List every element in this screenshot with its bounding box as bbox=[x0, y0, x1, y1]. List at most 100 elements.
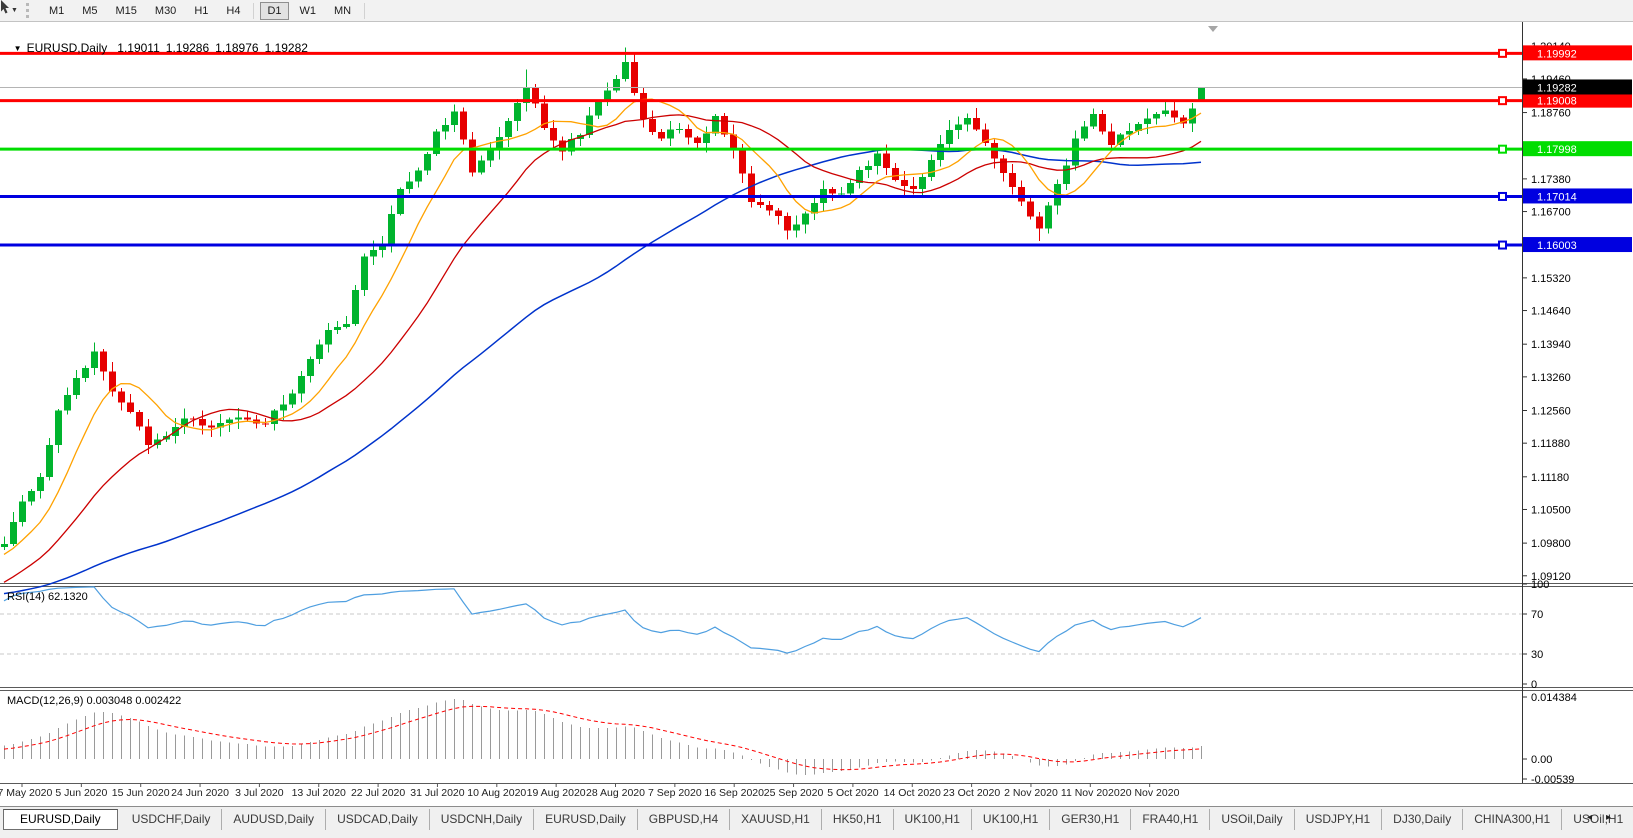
toolbar-separator bbox=[253, 3, 254, 19]
svg-text:0.014384: 0.014384 bbox=[1531, 692, 1577, 704]
svg-text:1.17380: 1.17380 bbox=[1531, 174, 1571, 186]
level-handle[interactable] bbox=[1499, 97, 1506, 104]
timeframe-button-d1[interactable]: D1 bbox=[260, 2, 288, 20]
svg-text:2 Nov 2020: 2 Nov 2020 bbox=[1004, 787, 1058, 799]
svg-text:1.19282: 1.19282 bbox=[1537, 82, 1577, 94]
svg-text:70: 70 bbox=[1531, 609, 1543, 621]
timeframe-button-m30[interactable]: M30 bbox=[148, 2, 183, 20]
svg-text:100: 100 bbox=[1531, 579, 1549, 591]
chart-tab-ger30-h1[interactable]: GER30,H1 bbox=[1050, 809, 1131, 830]
chart-tab-uk100-h1[interactable]: UK100,H1 bbox=[894, 809, 972, 830]
chart-tab-fra40-h1[interactable]: FRA40,H1 bbox=[1131, 809, 1210, 830]
timeframe-toolbar: ▼ M1M5M15M30H1H4D1W1MN bbox=[0, 0, 1633, 22]
svg-text:7 Sep 2020: 7 Sep 2020 bbox=[648, 787, 702, 799]
chart-tab-china300-h1[interactable]: CHINA300,H1 bbox=[1463, 809, 1562, 830]
timeframe-button-w1[interactable]: W1 bbox=[293, 2, 324, 20]
svg-text:3 Jul 2020: 3 Jul 2020 bbox=[235, 787, 284, 799]
chart-tab-usdjpy-h1[interactable]: USDJPY,H1 bbox=[1295, 809, 1382, 830]
chart-tab-usdcnh-daily[interactable]: USDCNH,Daily bbox=[430, 809, 534, 830]
svg-text:1.13260: 1.13260 bbox=[1531, 372, 1571, 384]
svg-text:1.15320: 1.15320 bbox=[1531, 273, 1571, 285]
timeframe-button-mn[interactable]: MN bbox=[327, 2, 358, 20]
macd-indicator-label: MACD(12,26,9) 0.003048 0.002422 bbox=[7, 695, 181, 707]
rsi-line bbox=[4, 587, 1201, 653]
chart-tab-eurusd-daily[interactable]: EURUSD,Daily bbox=[3, 809, 118, 830]
svg-text:24 Jun 2020: 24 Jun 2020 bbox=[171, 787, 229, 799]
chart-tab-usoil-daily[interactable]: USOil,Daily bbox=[1210, 809, 1294, 830]
svg-text:1.11180: 1.11180 bbox=[1531, 472, 1569, 484]
ohlc-low: 1.18976 bbox=[215, 41, 258, 55]
svg-text:15 Jun 2020: 15 Jun 2020 bbox=[112, 787, 170, 799]
svg-text:1.19008: 1.19008 bbox=[1537, 96, 1577, 108]
timeframe-button-h4[interactable]: H4 bbox=[219, 2, 247, 20]
ohlc-open: 1.19011 bbox=[117, 41, 160, 55]
svg-text:19 Aug 2020: 19 Aug 2020 bbox=[527, 787, 586, 799]
ohlc-high: 1.19286 bbox=[166, 41, 209, 55]
svg-text:1.17998: 1.17998 bbox=[1537, 144, 1577, 156]
ohlc-close: 1.19282 bbox=[265, 41, 308, 55]
chart-tab-usdcad-daily[interactable]: USDCAD,Daily bbox=[326, 809, 430, 830]
level-handle[interactable] bbox=[1499, 50, 1506, 57]
svg-text:1.18760: 1.18760 bbox=[1531, 108, 1571, 120]
svg-text:1.14640: 1.14640 bbox=[1531, 306, 1571, 318]
svg-text:0: 0 bbox=[1531, 679, 1537, 691]
svg-text:1.12560: 1.12560 bbox=[1531, 405, 1571, 417]
svg-text:14 Oct 2020: 14 Oct 2020 bbox=[884, 787, 941, 799]
chart-tab-dj30-daily[interactable]: DJ30,Daily bbox=[1382, 809, 1463, 830]
svg-text:1.09800: 1.09800 bbox=[1531, 538, 1571, 550]
svg-text:5 Oct 2020: 5 Oct 2020 bbox=[827, 787, 879, 799]
timeframe-button-m5[interactable]: M5 bbox=[75, 2, 104, 20]
svg-text:1.16003: 1.16003 bbox=[1537, 240, 1577, 252]
timeframe-button-h1[interactable]: H1 bbox=[187, 2, 215, 20]
chart-title-caret-icon: ▼ bbox=[14, 44, 22, 53]
svg-text:20 Nov 2020: 20 Nov 2020 bbox=[1120, 787, 1180, 799]
chart-shift-marker-icon[interactable] bbox=[1208, 26, 1218, 32]
timeframe-button-m1[interactable]: M1 bbox=[42, 2, 71, 20]
candlestick-series bbox=[1, 48, 1205, 551]
chart-tab-hk50-h1[interactable]: HK50,H1 bbox=[822, 809, 894, 830]
chart-title: ▼EURUSD,Daily1.190111.192861.189761.1928… bbox=[7, 27, 314, 55]
svg-text:0.00: 0.00 bbox=[1531, 754, 1552, 766]
chart-tab-gbpusd-h4[interactable]: GBPUSD,H4 bbox=[638, 809, 730, 830]
tabbar-scroll-right-icon[interactable]: ▸ bbox=[1606, 812, 1625, 823]
svg-text:11 Nov 2020: 11 Nov 2020 bbox=[1061, 787, 1120, 799]
svg-text:-0.00539: -0.00539 bbox=[1531, 774, 1574, 786]
svg-text:13 Jul 2020: 13 Jul 2020 bbox=[292, 787, 346, 799]
svg-text:23 Oct 2020: 23 Oct 2020 bbox=[943, 787, 1000, 799]
svg-text:1.13940: 1.13940 bbox=[1531, 339, 1571, 351]
svg-text:27 May 2020: 27 May 2020 bbox=[0, 787, 53, 799]
svg-text:10 Aug 2020: 10 Aug 2020 bbox=[467, 787, 526, 799]
svg-text:1.17014: 1.17014 bbox=[1537, 191, 1577, 203]
svg-text:1.19992: 1.19992 bbox=[1537, 48, 1577, 60]
tabbar-scroll-left-icon[interactable]: ◂ bbox=[1587, 812, 1606, 823]
level-handle[interactable] bbox=[1499, 146, 1506, 153]
svg-text:25 Sep 2020: 25 Sep 2020 bbox=[764, 787, 824, 799]
symbol-tabbar: EURUSD,DailyUSDCHF,DailyAUDUSD,DailyUSDC… bbox=[0, 806, 1633, 838]
svg-text:1.10500: 1.10500 bbox=[1531, 504, 1571, 516]
ma-slow-line bbox=[4, 150, 1201, 594]
date-axis[interactable]: 27 May 20205 Jun 2020 15 Jun 202024 Jun 2… bbox=[0, 783, 1180, 799]
ma-fast-line bbox=[4, 99, 1201, 554]
svg-text:28 Aug 2020: 28 Aug 2020 bbox=[586, 787, 645, 799]
svg-text:22 Jul 2020: 22 Jul 2020 bbox=[351, 787, 405, 799]
level-handle[interactable] bbox=[1499, 193, 1506, 200]
chart-tab-eurusd-daily[interactable]: EURUSD,Daily bbox=[534, 809, 638, 830]
svg-text:31 Jul 2020: 31 Jul 2020 bbox=[410, 787, 464, 799]
price-chart[interactable]: 1.201401.194601.187601.173801.167001.153… bbox=[0, 0, 1633, 837]
chart-tab-xauusd-h1[interactable]: XAUUSD,H1 bbox=[730, 809, 822, 830]
svg-text:30: 30 bbox=[1531, 649, 1543, 661]
svg-text:1.16700: 1.16700 bbox=[1531, 207, 1571, 219]
timeframe-button-m15[interactable]: M15 bbox=[109, 2, 144, 20]
rsi-indicator-label: RSI(14) 62.1320 bbox=[7, 591, 88, 603]
svg-text:5 Jun 2020: 5 Jun 2020 bbox=[55, 787, 107, 799]
svg-text:16 Sep 2020: 16 Sep 2020 bbox=[704, 787, 764, 799]
chart-tab-usdchf-daily[interactable]: USDCHF,Daily bbox=[121, 809, 223, 830]
chart-tab-uk100-h1[interactable]: UK100,H1 bbox=[972, 809, 1050, 830]
trading-app-window: { "toolbar": { "caret": "▼", "timeframes… bbox=[0, 0, 1633, 837]
svg-text:1.11880: 1.11880 bbox=[1531, 438, 1570, 450]
toolbar-grip bbox=[26, 3, 33, 18]
chart-tab-audusd-daily[interactable]: AUDUSD,Daily bbox=[222, 809, 326, 830]
toolbar-separator bbox=[364, 3, 365, 19]
macd-signal-line bbox=[4, 706, 1201, 769]
level-handle[interactable] bbox=[1499, 242, 1506, 249]
